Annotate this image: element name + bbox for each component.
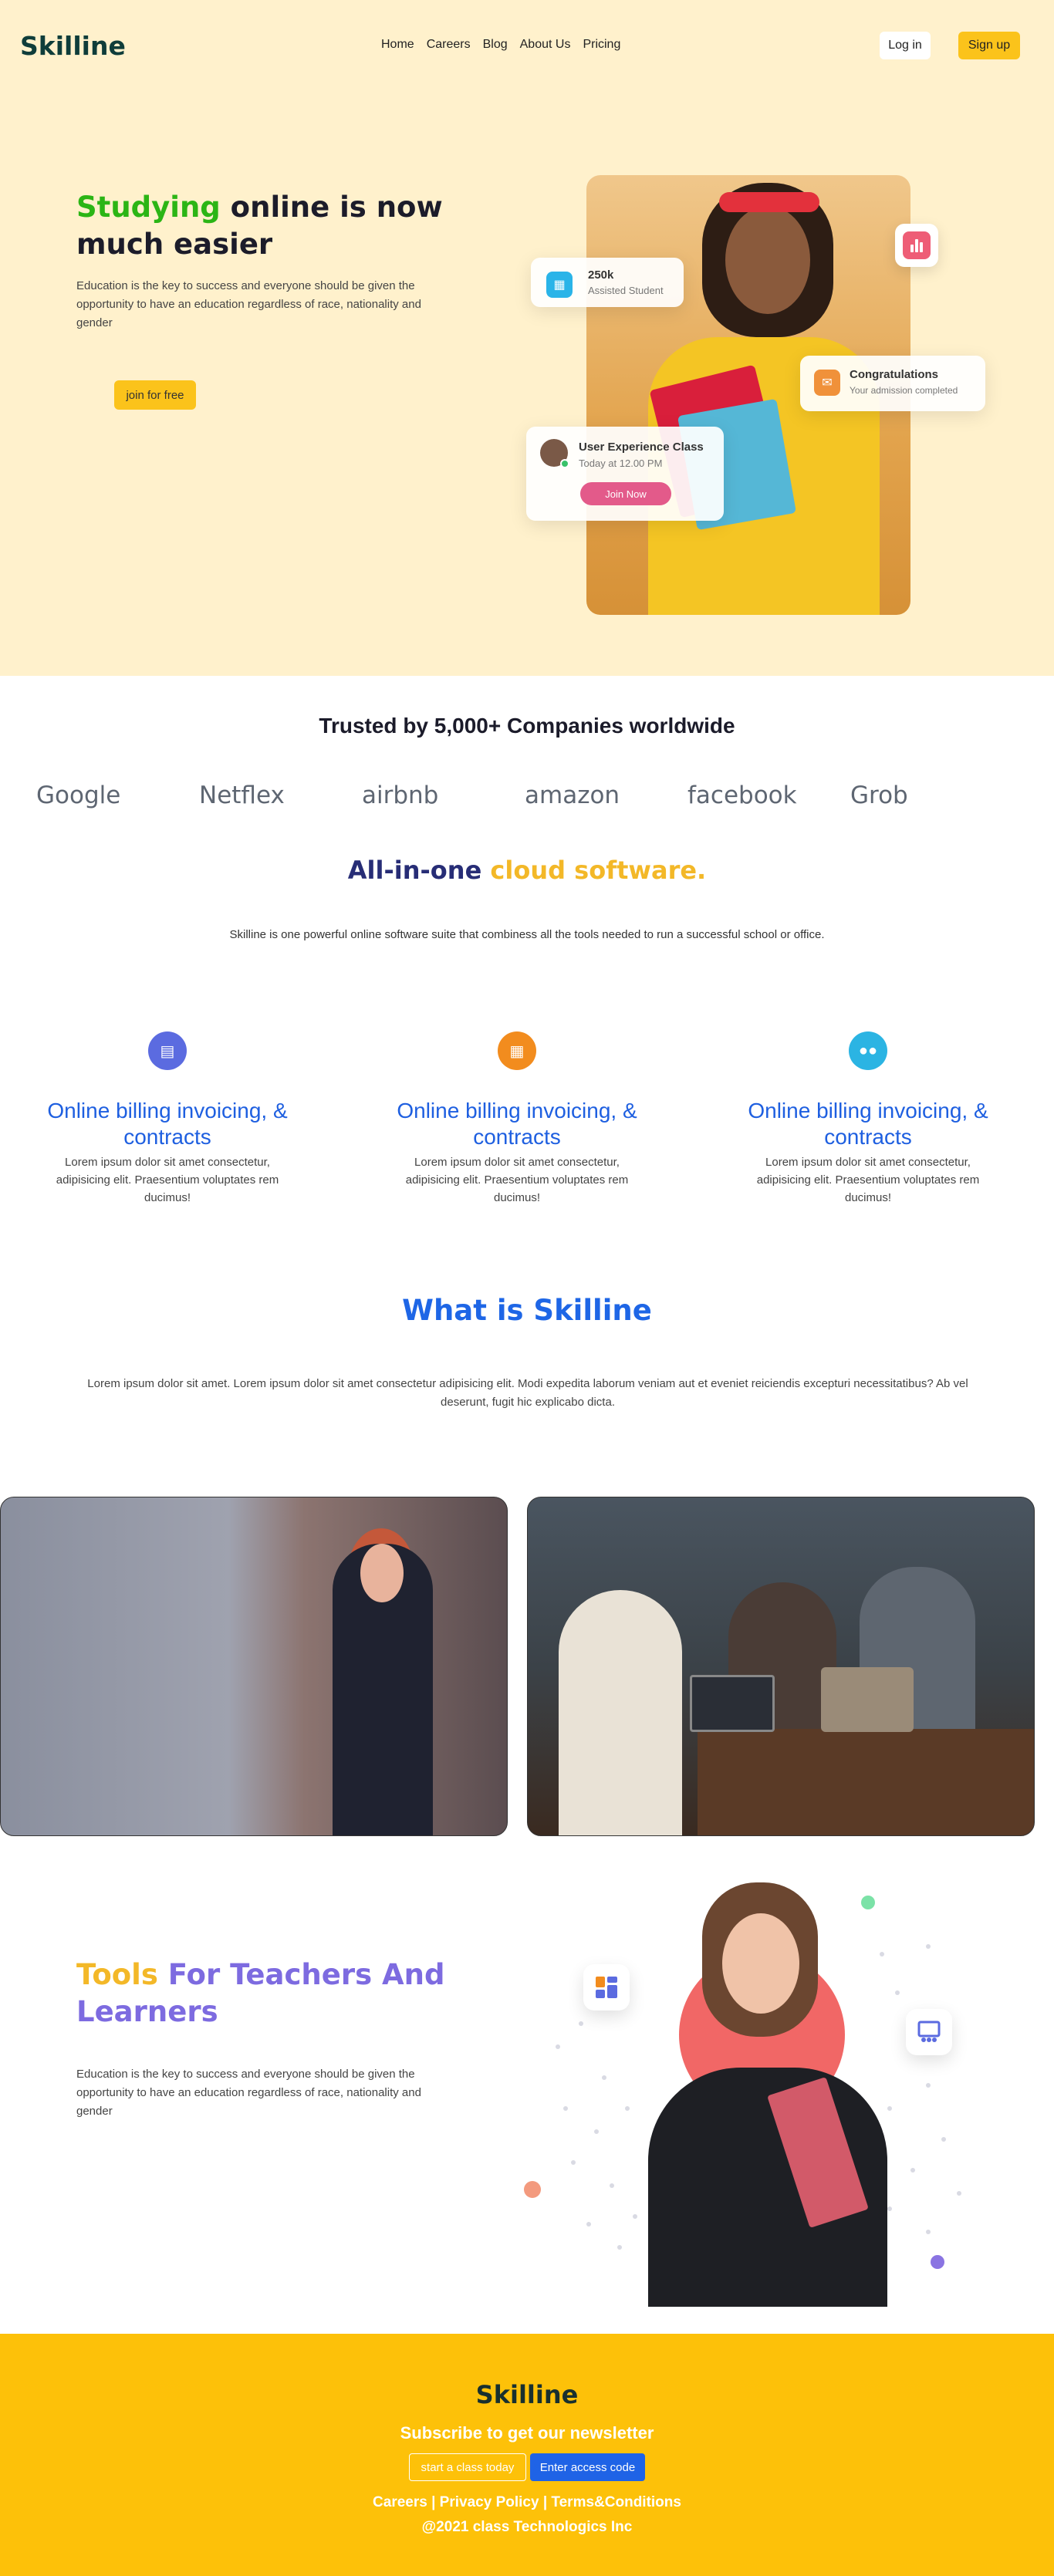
purple-dot: [931, 2255, 944, 2269]
hero-description: Education is the key to success and ever…: [76, 279, 421, 329]
footer-links[interactable]: Careers | Privacy Policy | Terms&Conditi…: [0, 2494, 1054, 2511]
congrats-subtitle: Your admission completed: [850, 385, 958, 396]
tools-description: Education is the key to success and ever…: [76, 2068, 421, 2118]
grid-layout-icon: [583, 1964, 630, 2010]
feature-description: Lorem ipsum dolor sit amet consectetur, …: [756, 1156, 980, 1204]
join-for-free-button[interactable]: join for free: [114, 380, 196, 410]
site-logo[interactable]: Skilline: [20, 31, 126, 61]
class-card: User Experience Class Today at 12.00 PM …: [526, 427, 724, 521]
nav-item-blog[interactable]: Blog: [483, 38, 508, 52]
brand-airbnb: airbnb: [362, 782, 439, 809]
document-icon: ▤: [148, 1031, 187, 1070]
table: [698, 1729, 1034, 1835]
hero-title: Studying online is now much easier: [76, 189, 478, 263]
congratulations-card: ✉ Congratulations Your admission complet…: [800, 356, 985, 411]
nav-item-careers[interactable]: Careers: [427, 38, 471, 52]
footer-logo[interactable]: Skilline: [0, 2380, 1054, 2409]
brand-grob: Grob: [850, 782, 908, 809]
learner-face: [722, 1913, 799, 2014]
newsletter-heading: Subscribe to get our newsletter: [400, 2423, 654, 2443]
join-now-button[interactable]: Join Now: [580, 482, 671, 505]
footer: Skilline Subscribe to get our newsletter…: [0, 2334, 1054, 2576]
all-in-one-description: Skilline is one powerful online software…: [229, 928, 825, 941]
orange-dot: [524, 2181, 541, 2198]
brand-amazon: amazon: [525, 782, 620, 809]
online-status-dot: [560, 459, 569, 468]
hero-section: Skilline Home Careers Blog About Us Pric…: [0, 0, 1054, 676]
class-title: User Experience Class: [579, 441, 704, 454]
assisted-students-card: ▦ 250k Assisted Student: [531, 258, 684, 307]
brand-logos: Google Netflex airbnb amazon facebook Gr…: [36, 782, 1013, 809]
tools-illustration: [524, 1875, 988, 2307]
teacher-photo: [0, 1497, 508, 1836]
signup-button[interactable]: Sign up: [958, 32, 1020, 59]
main-nav: Home Careers Blog About Us Pricing: [381, 38, 620, 52]
start-class-button[interactable]: start a class today: [409, 2453, 526, 2481]
copyright: @2021 class Technologics Inc: [421, 2519, 633, 2535]
laptop: [690, 1675, 775, 1732]
feature-description: Lorem ipsum dolor sit amet consectetur, …: [56, 1156, 279, 1204]
laptop: [821, 1667, 914, 1732]
bar-chart-icon: [903, 231, 931, 259]
feature-title: Online billing invoicing, & contracts: [397, 1099, 637, 1149]
brand-facebook: facebook: [687, 782, 797, 809]
nav-item-home[interactable]: Home: [381, 38, 414, 52]
feature-card: ▤ Online billing invoicing, & contracts …: [29, 1031, 306, 1207]
nav-item-about-us[interactable]: About Us: [520, 38, 571, 52]
users-icon: ●●: [849, 1031, 887, 1070]
login-button[interactable]: Log in: [880, 32, 931, 59]
mail-icon: ✉: [814, 370, 840, 396]
students-photo: [527, 1497, 1035, 1836]
student-headband: [719, 192, 819, 212]
feature-description: Lorem ipsum dolor sit amet consectetur, …: [405, 1156, 629, 1204]
calendar-icon: ▦: [546, 272, 573, 298]
green-dot: [861, 1896, 875, 1909]
what-is-title: What is Skilline: [402, 1294, 652, 1327]
congrats-title: Congratulations: [850, 368, 938, 381]
feature-title: Online billing invoicing, & contracts: [748, 1099, 988, 1149]
tools-title: Tools For Teachers And Learners: [76, 1956, 478, 2031]
presentation-icon: [906, 2009, 952, 2055]
feature-title: Online billing invoicing, & contracts: [47, 1099, 288, 1149]
all-in-one-title-b: cloud software.: [481, 856, 707, 885]
feature-card: ▦ Online billing invoicing, & contracts …: [378, 1031, 656, 1207]
students-label: Assisted Student: [588, 285, 664, 296]
feature-card: ●● Online billing invoicing, & contracts…: [729, 1031, 1007, 1207]
all-in-one-title-a: All-in-one: [347, 856, 482, 885]
class-time: Today at 12.00 PM: [579, 457, 663, 469]
student-figure: [559, 1590, 682, 1835]
brand-google: Google: [36, 782, 121, 809]
student-face: [725, 206, 810, 314]
enter-access-code-button[interactable]: Enter access code: [530, 2453, 645, 2481]
teacher-face: [360, 1544, 404, 1602]
bar-chart-badge: [895, 224, 938, 267]
trusted-title: Trusted by 5,000+ Companies worldwide: [319, 714, 735, 738]
nav-item-pricing[interactable]: Pricing: [583, 38, 620, 52]
what-is-description: Lorem ipsum dolor sit amet. Lorem ipsum …: [87, 1377, 968, 1409]
calendar-icon: ▦: [498, 1031, 536, 1070]
students-count: 250k: [588, 268, 614, 282]
all-in-one-title: All-in-one cloud software.: [0, 856, 1054, 885]
tools-title-a: Tools: [76, 1958, 158, 1991]
hero-title-highlight: Studying: [76, 191, 221, 224]
brand-netflex: Netflex: [199, 782, 285, 809]
